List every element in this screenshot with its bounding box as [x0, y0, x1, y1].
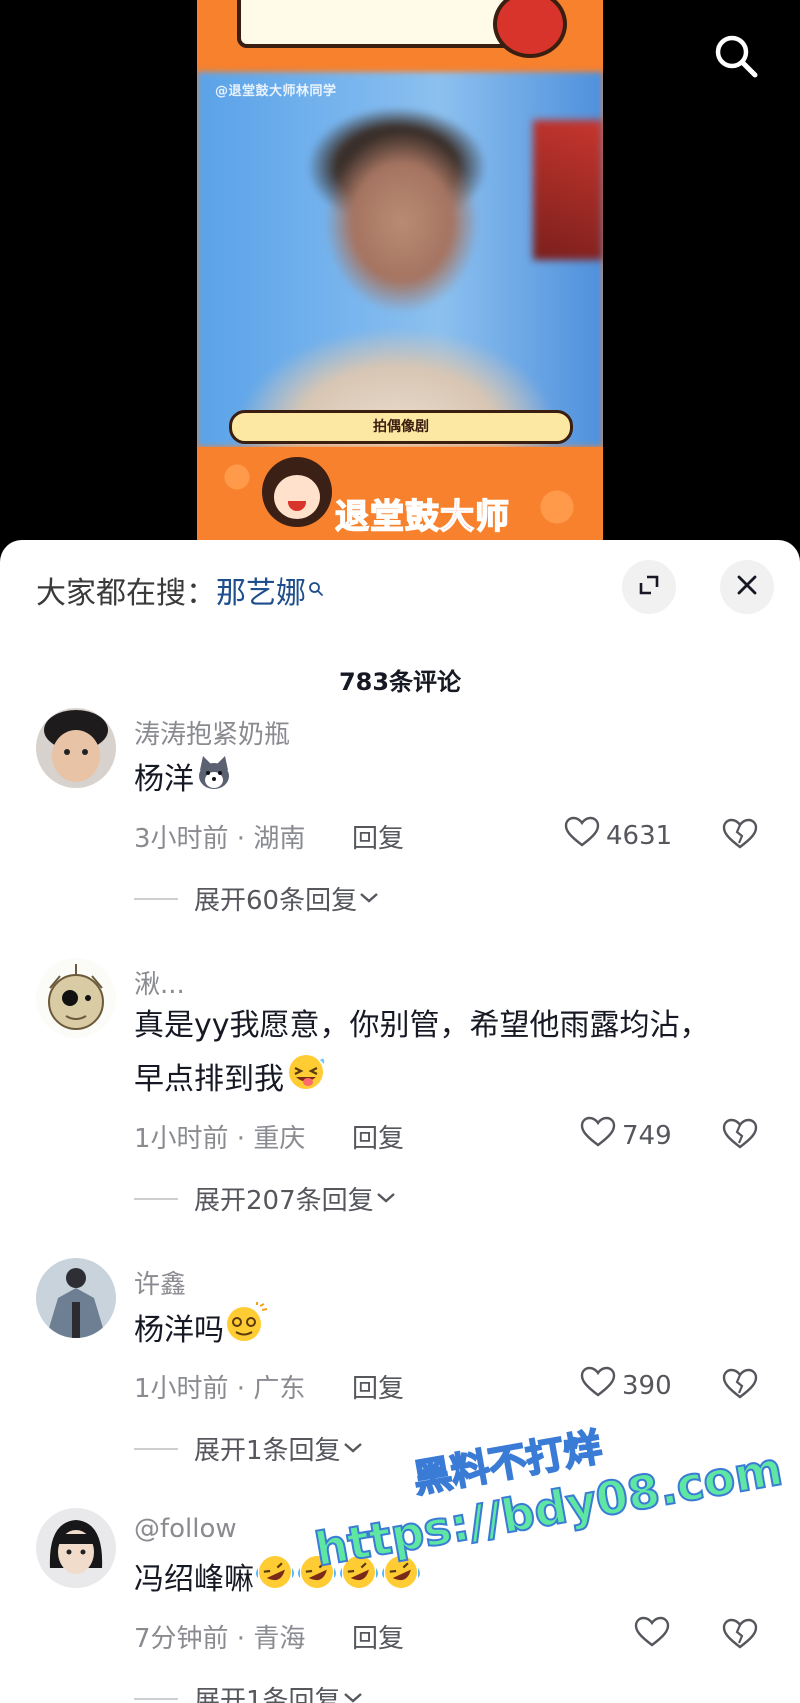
laugh-tongue-emoji-icon [284, 1052, 328, 1109]
comment-text: 冯绍峰嘛 [134, 1552, 754, 1609]
reply-button[interactable]: 回复 [352, 1368, 404, 1405]
dislike-button[interactable] [722, 818, 758, 854]
close-button[interactable] [720, 560, 774, 614]
video-caption: 拍偶像剧 [229, 410, 573, 444]
comment-text-content: 杨洋吗 [134, 1313, 224, 1348]
divider-dash [134, 1197, 178, 1200]
expand-replies-button[interactable]: 展开1条回复 [134, 1680, 365, 1703]
heart-icon [564, 816, 600, 855]
husky-emoji-icon [194, 752, 234, 809]
video-player[interactable]: @退堂鼓大师林同学 拍偶像剧 退堂鼓大师 [0, 0, 800, 545]
divider-dash [134, 897, 178, 900]
like-button[interactable]: 4631 [564, 816, 672, 855]
reply-button[interactable]: 回复 [352, 818, 404, 855]
broken-heart-icon [722, 1118, 758, 1154]
hot-search[interactable]: 大家都在搜：那艺娜 [36, 568, 324, 612]
like-button[interactable]: 749 [580, 1116, 672, 1155]
comment-meta: 1小时前 · 重庆 [134, 1124, 306, 1154]
sheet-header: 大家都在搜：那艺娜 [0, 540, 800, 640]
comment-meta: 1小时前 · 广东 [134, 1374, 306, 1404]
comment-item: 涛涛抱紧奶瓶 杨洋 3小时前 · 湖南 回复 4631 展开60条回复 [0, 708, 800, 918]
expand-replies-label: 展开60条回复 [194, 886, 358, 916]
avatar[interactable] [36, 708, 116, 788]
expand-icon [636, 572, 662, 602]
like-count: 390 [622, 1370, 672, 1401]
comment-text-content: 冯绍峰嘛 [134, 1562, 254, 1597]
comment-item: 许鑫 杨洋吗 1小时前 · 广东 回复 390 展开1条回复 [0, 1258, 800, 1468]
comment-username[interactable]: 湫... [134, 964, 185, 1001]
chevron-down-icon [341, 1684, 365, 1703]
chevron-down-icon [357, 884, 381, 914]
comment-meta: 7分钟前 · 青海 [134, 1624, 306, 1654]
search-icon[interactable] [712, 32, 760, 80]
brand-title: 退堂鼓大师 [334, 496, 510, 538]
expand-replies-label: 展开1条回复 [194, 1436, 341, 1466]
avatar[interactable] [36, 1258, 116, 1338]
like-button[interactable]: 390 [580, 1366, 672, 1405]
video-frame: @退堂鼓大师林同学 拍偶像剧 退堂鼓大师 [197, 0, 603, 545]
comment-text-line: 真是yy我愿意，你别管，希望他雨露均沾， [134, 1008, 710, 1043]
video-photo-red-area [533, 120, 603, 260]
bottom-banner: 退堂鼓大师 [197, 447, 603, 545]
comment-username[interactable]: 涛涛抱紧奶瓶 [134, 714, 290, 751]
comment-meta: 3小时前 · 湖南 [134, 824, 306, 854]
hot-search-keyword[interactable]: 那艺娜 [216, 576, 306, 611]
comment-text: 真是yy我愿意，你别管，希望他雨露均沾， 早点排到我 [134, 1000, 754, 1109]
chevron-down-icon [374, 1184, 398, 1214]
comment-username[interactable]: @follow [134, 1514, 237, 1544]
dizzy-smile-emoji-icon [224, 1301, 268, 1361]
expand-replies-button[interactable]: 展开60条回复 [134, 880, 381, 917]
close-icon [736, 574, 758, 600]
avatar[interactable] [36, 1508, 116, 1588]
dislike-button[interactable] [722, 1368, 758, 1404]
comment-username[interactable]: 许鑫 [134, 1264, 186, 1301]
comment-text-content: 杨洋 [134, 762, 194, 797]
comment-text: 杨洋 [134, 752, 754, 809]
expand-replies-label: 展开1条回复 [194, 1686, 341, 1703]
broken-heart-icon [722, 1368, 758, 1404]
heart-icon [580, 1366, 616, 1405]
reply-button[interactable]: 回复 [352, 1618, 404, 1655]
comment-text: 杨洋吗 [134, 1301, 754, 1361]
like-count: 4631 [606, 820, 673, 851]
video-handle-watermark: @退堂鼓大师林同学 [215, 84, 337, 99]
reply-button[interactable]: 回复 [352, 1118, 404, 1155]
heart-icon [580, 1116, 616, 1155]
like-count: 749 [622, 1120, 672, 1151]
heart-icon [634, 1616, 670, 1655]
drum-graphic [493, 0, 567, 58]
expand-sheet-button[interactable] [622, 560, 676, 614]
expand-replies-button[interactable]: 展开207条回复 [134, 1180, 398, 1217]
comment-item: 湫... 真是yy我愿意，你别管，希望他雨露均沾， 早点排到我 1小时前 · 重… [0, 958, 800, 1218]
divider-dash [134, 1447, 178, 1450]
top-banner [197, 0, 603, 72]
speech-bubble-graphic [237, 0, 515, 48]
avatar[interactable] [36, 958, 116, 1038]
comment-count: 783条评论 [338, 668, 462, 696]
dislike-button[interactable] [722, 1618, 758, 1654]
rolling-laugh-emoji-icon [254, 1552, 296, 1609]
hot-search-prefix: 大家都在搜： [36, 576, 216, 611]
divider-dash [134, 1697, 178, 1700]
comment-text-content: 早点排到我 [134, 1062, 284, 1097]
search-small-icon [308, 570, 324, 605]
expand-replies-label: 展开207条回复 [194, 1186, 374, 1216]
expand-replies-button[interactable]: 展开1条回复 [134, 1430, 365, 1467]
comment-text-line-2: 早点排到我 [134, 1052, 754, 1109]
broken-heart-icon [722, 1618, 758, 1654]
chevron-down-icon [341, 1434, 365, 1464]
dislike-button[interactable] [722, 1118, 758, 1154]
chibi-girl-icon [262, 457, 332, 537]
broken-heart-icon [722, 818, 758, 854]
like-button[interactable] [634, 1616, 676, 1655]
